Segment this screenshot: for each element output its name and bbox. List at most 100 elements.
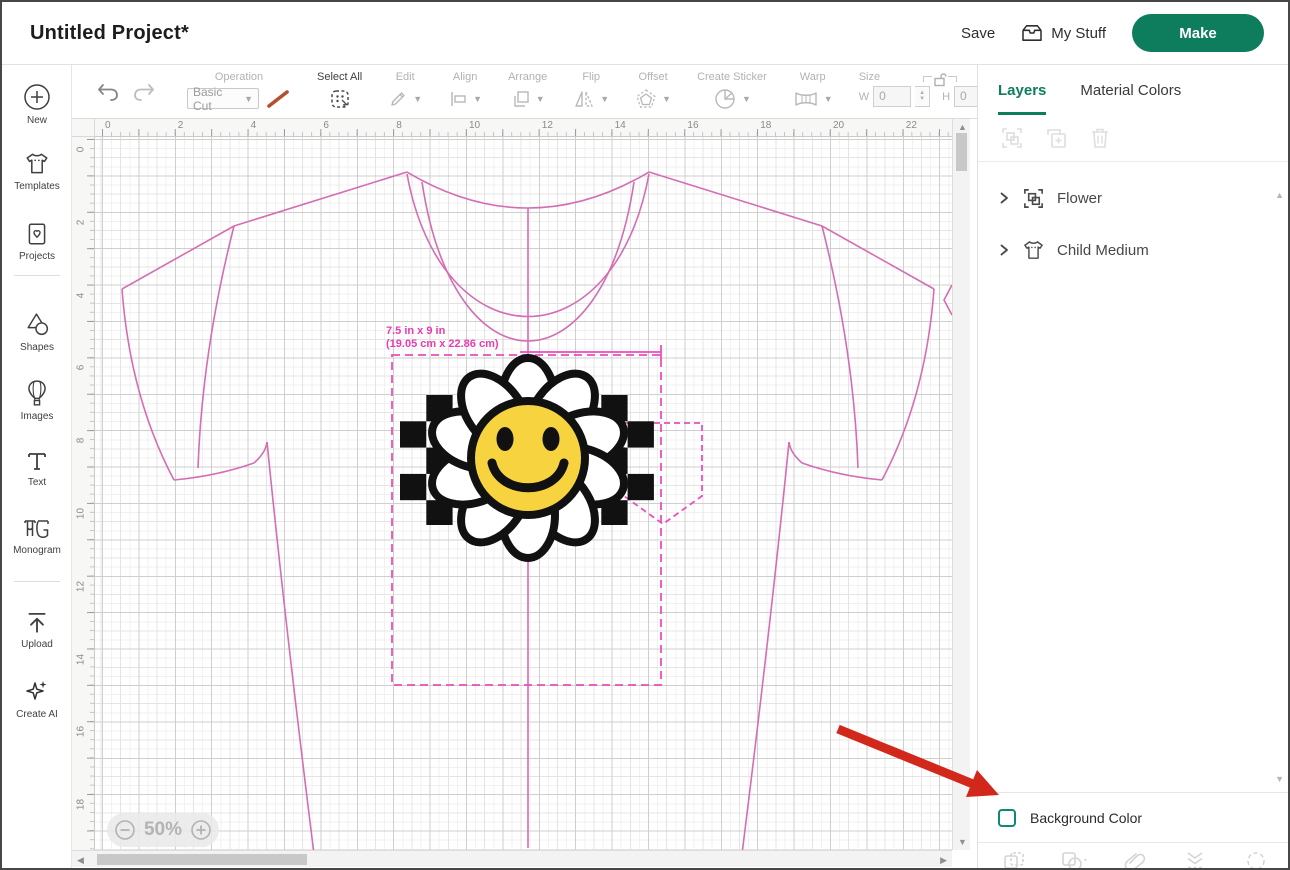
sidebar-item-images[interactable]: Images — [2, 379, 72, 422]
edit-group[interactable]: Edit ▼ — [375, 70, 435, 114]
offset-icon — [635, 88, 657, 110]
scroll-up-icon[interactable]: ▲ — [958, 122, 967, 132]
align-group[interactable]: Align ▼ — [435, 70, 495, 114]
delete-button[interactable] — [1088, 126, 1112, 150]
attach-icon — [1122, 850, 1148, 870]
save-button[interactable]: Save — [961, 25, 995, 42]
flip-label: Flip — [582, 70, 600, 84]
right-panel: Layers Material Colors ▲ Flower — [977, 65, 1290, 870]
chevron-down-icon: ▼ — [742, 94, 751, 104]
lock-bracket — [923, 76, 932, 82]
width-stepper[interactable]: ▲▼ — [915, 86, 930, 107]
slice-button[interactable]: Slice — [985, 850, 1043, 870]
operation-select[interactable]: Basic Cut ▼ — [187, 88, 259, 109]
sidebar-item-label: Shapes — [20, 342, 54, 353]
top-bar: Untitled Project* Save My Stuff Make — [2, 2, 1288, 65]
size-lock[interactable] — [923, 72, 957, 87]
create-ai-sparkle-icon — [23, 677, 51, 705]
zoom-out-button[interactable] — [114, 819, 136, 841]
scroll-down-icon[interactable]: ▼ — [958, 837, 967, 847]
horizontal-scroll-thumb[interactable] — [97, 854, 307, 865]
operation-value: Basic Cut — [193, 85, 244, 113]
bottom-actions: Slice Combine Attach Flatten Contour — [978, 842, 1290, 870]
mail-icon — [1021, 24, 1043, 42]
zoom-out-icon — [114, 819, 136, 841]
vertical-scroll-thumb[interactable] — [956, 133, 967, 171]
flip-icon — [573, 89, 595, 109]
ruler-tick-label: 0 — [105, 120, 111, 131]
tab-material-colors[interactable]: Material Colors — [1080, 65, 1181, 115]
vertical-scrollbar[interactable]: ▲ ▼ — [952, 119, 970, 850]
flip-group[interactable]: Flip ▼ — [560, 70, 622, 114]
canvas-grid[interactable]: 7.5 in x 9 in (19.05 cm x 22.86 cm) 50% — [95, 137, 952, 850]
tab-layers[interactable]: Layers — [998, 65, 1046, 115]
sidebar-divider — [14, 581, 60, 582]
warp-group[interactable]: Warp ▼ — [780, 70, 846, 114]
list-scroll-up-icon[interactable]: ▲ — [1275, 190, 1284, 200]
images-balloon-icon — [25, 379, 49, 407]
layer-tshirt-icon — [1022, 239, 1045, 262]
sidebar-item-label: Text — [28, 477, 46, 488]
background-color-checkbox[interactable] — [998, 809, 1016, 827]
slice-icon — [1002, 850, 1026, 870]
zoom-in-button[interactable] — [190, 819, 212, 841]
layer-list: ▲ Flower Child Medium ▼ — [978, 182, 1290, 792]
scroll-right-icon[interactable]: ▶ — [940, 855, 947, 866]
offset-group[interactable]: Offset ▼ — [622, 70, 684, 114]
sidebar-item-new[interactable]: New — [2, 83, 72, 126]
ruler-tick-label: 16 — [76, 725, 87, 739]
sidebar-item-create-ai[interactable]: Create AI — [2, 677, 72, 720]
attach-button[interactable]: Attach — [1106, 850, 1164, 870]
width-input[interactable] — [873, 86, 911, 107]
scroll-left-icon[interactable]: ◀ — [77, 855, 84, 866]
ruler-tick-label: 20 — [833, 120, 844, 131]
combine-button[interactable]: Combine — [1046, 850, 1104, 870]
ruler-tick-label: 2 — [76, 215, 87, 229]
design-canvas: 0246810121416182022 024681012141618 — [72, 119, 977, 870]
horizontal-scrollbar[interactable]: ◀ ▶ — [72, 850, 952, 867]
sidebar-item-text[interactable]: Text — [2, 449, 72, 488]
sidebar-item-templates[interactable]: Templates — [2, 151, 72, 192]
ruler-tick-label: 18 — [760, 120, 771, 131]
color-swatch-button[interactable] — [264, 88, 291, 109]
list-scroll-down-icon[interactable]: ▼ — [1275, 774, 1284, 784]
sidebar-item-upload[interactable]: Upload — [2, 609, 72, 650]
flatten-button[interactable]: Flatten — [1166, 850, 1224, 870]
flower-design[interactable] — [400, 358, 654, 558]
horizontal-ruler: 0246810121416182022 — [95, 119, 952, 137]
sidebar-item-projects[interactable]: Projects — [2, 221, 72, 262]
my-stuff-label: My Stuff — [1051, 25, 1106, 42]
shapes-icon — [24, 311, 51, 338]
make-button[interactable]: Make — [1132, 14, 1264, 52]
layer-name: Child Medium — [1057, 242, 1149, 259]
ruler-tick-label: 0 — [76, 143, 87, 157]
background-color-row: Background Color — [978, 792, 1290, 842]
my-stuff-button[interactable]: My Stuff — [1021, 24, 1106, 42]
offset-label: Offset — [639, 70, 668, 84]
create-sticker-icon — [713, 87, 737, 111]
chevron-right-icon[interactable] — [998, 192, 1010, 204]
ruler-tick-label: 12 — [542, 120, 553, 131]
layer-row-child-medium[interactable]: Child Medium — [978, 234, 1290, 266]
ruler-tick-label: 16 — [687, 120, 698, 131]
contour-button[interactable]: Contour — [1227, 850, 1285, 870]
select-all-icon — [329, 88, 351, 110]
ruler-tick-label: 2 — [178, 120, 184, 131]
chevron-right-icon[interactable] — [998, 244, 1010, 256]
operation-label: Operation — [215, 70, 263, 84]
duplicate-button[interactable] — [1044, 126, 1068, 150]
ruler-tick-label: 10 — [469, 120, 480, 131]
sidebar-item-label: Create AI — [16, 709, 58, 720]
group-button[interactable] — [1000, 126, 1024, 150]
create-sticker-group[interactable]: Create Sticker ▼ — [684, 70, 780, 114]
sidebar-item-monogram[interactable]: Monogram — [2, 517, 72, 556]
layer-row-flower[interactable]: Flower — [978, 182, 1290, 214]
arrange-group[interactable]: Arrange ▼ — [495, 70, 560, 114]
selection-dimensions: 7.5 in x 9 in (19.05 cm x 22.86 cm) — [386, 325, 499, 351]
redo-button[interactable] — [126, 80, 162, 104]
select-all-group[interactable]: Select All — [304, 70, 375, 114]
sidebar-item-shapes[interactable]: Shapes — [2, 311, 72, 353]
undo-button[interactable] — [90, 80, 126, 104]
arrange-label: Arrange — [508, 70, 547, 84]
contour-icon — [1244, 850, 1268, 870]
